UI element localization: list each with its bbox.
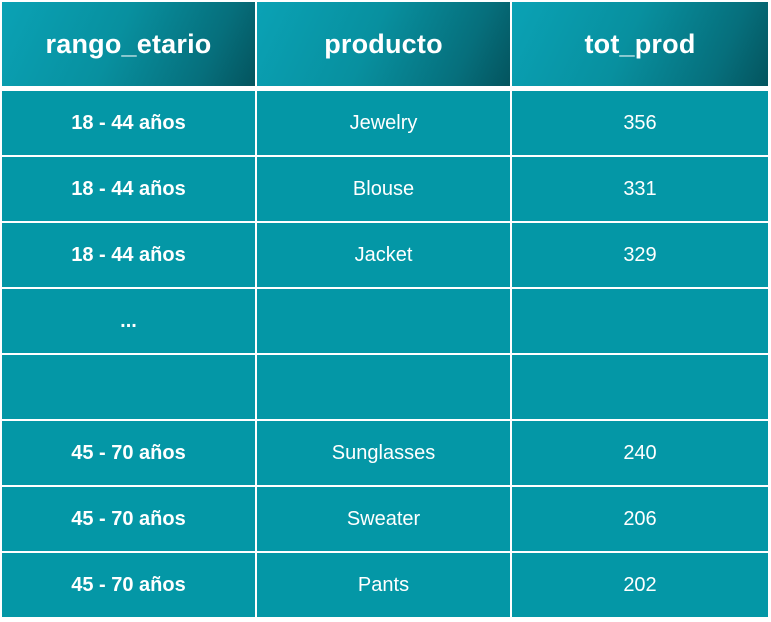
table-header-row: rango_etario producto tot_prod [2, 2, 768, 86]
data-table: rango_etario producto tot_prod 18 - 44 a… [2, 2, 768, 619]
cell-producto [257, 289, 510, 353]
cell-rango-etario [2, 355, 255, 419]
cell-rango-etario: 45 - 70 años [2, 553, 255, 617]
cell-producto: Sunglasses [257, 421, 510, 485]
table-row-empty [2, 355, 768, 419]
cell-rango-etario: ... [2, 289, 255, 353]
cell-tot-prod: 331 [512, 157, 768, 221]
cell-tot-prod: 240 [512, 421, 768, 485]
cell-tot-prod: 202 [512, 553, 768, 617]
cell-producto: Blouse [257, 157, 510, 221]
cell-rango-etario: 18 - 44 años [2, 91, 255, 155]
cell-tot-prod [512, 355, 768, 419]
cell-producto: Sweater [257, 487, 510, 551]
table-row: 18 - 44 años Jewelry 356 [2, 91, 768, 155]
cell-rango-etario: 45 - 70 años [2, 421, 255, 485]
cell-rango-etario: 45 - 70 años [2, 487, 255, 551]
table-row: 45 - 70 años Sweater 206 [2, 487, 768, 551]
cell-producto: Jewelry [257, 91, 510, 155]
cell-rango-etario: 18 - 44 años [2, 157, 255, 221]
cell-tot-prod [512, 289, 768, 353]
column-header-producto: producto [257, 2, 510, 86]
table-row: 45 - 70 años Pants 202 [2, 553, 768, 617]
cell-tot-prod: 356 [512, 91, 768, 155]
table-row-ellipsis: ... [2, 289, 768, 353]
cell-producto: Pants [257, 553, 510, 617]
cell-tot-prod: 206 [512, 487, 768, 551]
column-header-rango-etario: rango_etario [2, 2, 255, 86]
cell-producto: Jacket [257, 223, 510, 287]
table-row: 45 - 70 años Sunglasses 240 [2, 421, 768, 485]
table-row: 18 - 44 años Jacket 329 [2, 223, 768, 287]
cell-tot-prod: 329 [512, 223, 768, 287]
table-row: 18 - 44 años Blouse 331 [2, 157, 768, 221]
cell-producto [257, 355, 510, 419]
column-header-tot-prod: tot_prod [512, 2, 768, 86]
cell-rango-etario: 18 - 44 años [2, 223, 255, 287]
